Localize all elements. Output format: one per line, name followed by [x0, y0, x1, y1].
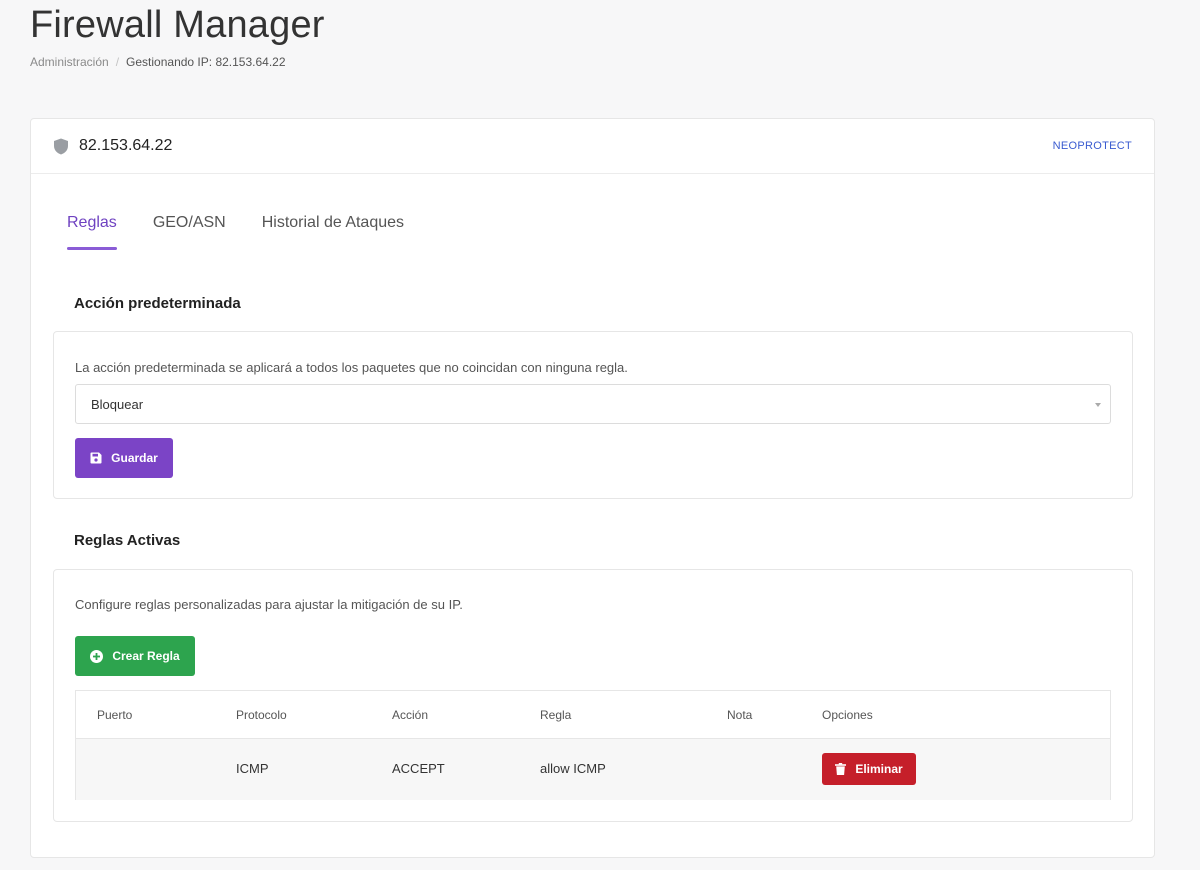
breadcrumb-current: Gestionando IP: 82.153.64.22: [126, 55, 286, 69]
save-button-label: Guardar: [111, 451, 158, 465]
save-button[interactable]: Guardar: [75, 438, 173, 478]
active-rules-title: Reglas Activas: [74, 532, 181, 549]
ip-heading: 82.153.64.22: [53, 137, 172, 155]
tab-bar: Reglas GEO/ASN Historial de Ataques: [67, 214, 440, 250]
default-action-selected: Bloquear: [91, 396, 144, 412]
cell-protocol: ICMP: [236, 761, 269, 776]
default-action-panel: La acción predeterminada se aplicará a t…: [53, 331, 1133, 499]
table-header: Puerto Protocolo Acción Regla Nota Opcio…: [76, 691, 1110, 739]
table-row: ICMP ACCEPT allow ICMP Eliminar: [76, 739, 1110, 800]
ip-address: 82.153.64.22: [79, 137, 173, 154]
breadcrumb: Administración / Gestionando IP: 82.153.…: [30, 55, 286, 69]
floppy-disk-icon: [90, 452, 102, 464]
cell-action: ACCEPT: [392, 761, 445, 776]
tab-historial-ataques[interactable]: Historial de Ataques: [262, 214, 404, 250]
trash-icon: [835, 763, 847, 775]
column-header-nota: Nota: [727, 708, 753, 722]
create-rule-label: Crear Regla: [112, 649, 180, 663]
create-rule-button[interactable]: Crear Regla: [75, 636, 195, 676]
page-title: Firewall Manager: [30, 4, 325, 46]
active-rules-description: Configure reglas personalizadas para aju…: [75, 597, 463, 612]
column-header-puerto: Puerto: [97, 708, 133, 722]
column-header-accion: Acción: [392, 708, 429, 722]
breadcrumb-separator: /: [115, 55, 120, 69]
provider-link[interactable]: NEOPROTECT: [1053, 140, 1132, 152]
column-header-protocolo: Protocolo: [236, 708, 287, 722]
firewall-card: 82.153.64.22 NEOPROTECT Reglas GEO/ASN H…: [30, 118, 1155, 858]
rules-table: Puerto Protocolo Acción Regla Nota Opcio…: [75, 690, 1111, 800]
card-header: 82.153.64.22 NEOPROTECT: [31, 119, 1154, 174]
default-action-select[interactable]: Bloquear: [75, 384, 1111, 424]
column-header-regla: Regla: [540, 708, 572, 722]
cell-rule: allow ICMP: [540, 761, 606, 776]
tab-geo-asn[interactable]: GEO/ASN: [153, 214, 226, 250]
active-rules-panel: Configure reglas personalizadas para aju…: [53, 569, 1133, 822]
chevron-down-icon: [1095, 403, 1101, 407]
delete-rule-label: Eliminar: [855, 762, 903, 776]
column-header-opciones: Opciones: [822, 708, 873, 722]
plus-circle-icon: [90, 649, 104, 663]
default-action-description: La acción predeterminada se aplicará a t…: [75, 360, 628, 375]
delete-rule-button[interactable]: Eliminar: [822, 753, 916, 785]
default-action-title: Acción predeterminada: [74, 295, 241, 312]
shield-icon: [53, 138, 69, 155]
breadcrumb-root[interactable]: Administración: [30, 55, 109, 69]
tab-reglas[interactable]: Reglas: [67, 214, 117, 250]
